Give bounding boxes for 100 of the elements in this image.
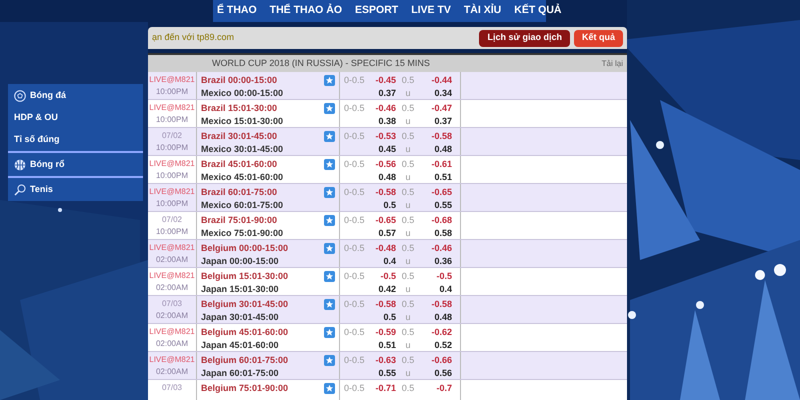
home-odds[interactable]: -0.56 <box>375 158 396 171</box>
over-odds[interactable]: -0.5 <box>436 270 452 283</box>
home-odds[interactable]: -0.58 <box>375 186 396 199</box>
home-odds[interactable]: -0.5 <box>380 270 396 283</box>
over-odds[interactable]: -0.47 <box>431 102 452 115</box>
nav-link[interactable]: KẾT QUẢ <box>514 3 562 19</box>
home-odds[interactable]: -0.65 <box>375 214 396 227</box>
under-label: u <box>405 311 410 324</box>
sidebar-category[interactable]: Bóng rổ <box>30 158 64 172</box>
under-odds[interactable]: 0.4 <box>439 283 452 296</box>
away-odds[interactable]: 0.5 <box>383 311 396 324</box>
under-odds[interactable]: 0.37 <box>434 115 452 128</box>
under-odds[interactable]: 0.36 <box>434 255 452 268</box>
nav-link[interactable]: Ể THAO <box>217 3 257 19</box>
over-odds[interactable]: -0.65 <box>431 186 452 199</box>
soccer-ball-icon <box>14 90 26 102</box>
away-team: Mexico 15:01-30:00 <box>201 115 284 128</box>
over-odds[interactable]: -0.61 <box>431 158 452 171</box>
over-odds[interactable]: -0.46 <box>431 242 452 255</box>
under-odds[interactable]: 0.58 <box>434 227 452 240</box>
away-team: Japan 30:01-45:00 <box>201 311 280 324</box>
total-line: 0.5 <box>402 298 414 311</box>
under-label: u <box>405 171 410 184</box>
away-odds[interactable]: 0.55 <box>378 367 396 380</box>
favorite-star-icon[interactable] <box>324 103 335 114</box>
home-odds[interactable]: -0.46 <box>375 102 396 115</box>
favorite-star-icon[interactable] <box>324 215 335 226</box>
over-odds[interactable]: -0.66 <box>431 354 452 367</box>
under-odds[interactable]: 0.34 <box>434 87 452 100</box>
results-button[interactable]: Kết quả <box>574 30 623 46</box>
home-odds[interactable]: -0.48 <box>375 242 396 255</box>
under-odds[interactable]: 0.48 <box>434 311 452 324</box>
home-team: Belgium 45:01-60:00 <box>201 326 288 339</box>
nav-link[interactable]: ESPORT <box>355 3 398 19</box>
sidebar-category[interactable]: Tenis <box>30 182 53 196</box>
over-odds[interactable]: -0.7 <box>436 382 452 395</box>
under-odds[interactable]: 0.56 <box>434 367 452 380</box>
away-odds[interactable]: 0.57 <box>378 227 396 240</box>
nav-link[interactable]: THỂ THAO ẢO <box>270 3 342 19</box>
home-team: Belgium 00:00-15:00 <box>201 242 288 255</box>
under-odds[interactable]: 0.52 <box>434 339 452 352</box>
match-time: 07/03 <box>162 298 182 310</box>
sidebar-item[interactable]: HDP & OU <box>14 111 58 125</box>
home-team: Brazil 15:01-30:00 <box>201 102 278 115</box>
home-odds[interactable]: -0.53 <box>375 130 396 143</box>
over-odds[interactable]: -0.62 <box>431 326 452 339</box>
handicap-line: 0-0.5 <box>344 298 366 311</box>
home-odds[interactable]: -0.63 <box>375 354 396 367</box>
home-odds[interactable]: -0.59 <box>375 326 396 339</box>
league-title: WORLD CUP 2018 (IN RUSSIA) - SPECIFIC 15 MINS <box>212 56 430 70</box>
away-odds[interactable]: 0.37 <box>378 87 396 100</box>
under-odds[interactable]: 0.55 <box>434 199 452 212</box>
favorite-star-icon[interactable] <box>324 355 335 366</box>
over-odds[interactable]: -0.58 <box>431 298 452 311</box>
history-button[interactable]: Lịch sử giao dịch <box>479 30 570 46</box>
handicap-line: 0-0.5 <box>344 130 366 143</box>
away-odds[interactable]: 0.51 <box>378 339 396 352</box>
favorite-star-icon[interactable] <box>324 327 335 338</box>
match-time: 07/02 <box>162 214 182 226</box>
kickoff-time: 10:00PM <box>156 86 188 98</box>
favorite-star-icon[interactable] <box>324 159 335 170</box>
under-odds[interactable]: 0.51 <box>434 171 452 184</box>
favorite-star-icon[interactable] <box>324 271 335 282</box>
match-time: 07/03 <box>162 382 182 394</box>
under-odds[interactable]: 0.48 <box>434 143 452 156</box>
favorite-star-icon[interactable] <box>324 187 335 198</box>
home-team: Belgium 30:01-45:00 <box>201 298 288 311</box>
total-line: 0.5 <box>402 214 414 227</box>
favorite-star-icon[interactable] <box>324 131 335 142</box>
over-odds[interactable]: -0.44 <box>431 74 452 87</box>
total-line: 0.5 <box>402 242 414 255</box>
total-line: 0.5 <box>402 186 414 199</box>
sidebar-item[interactable]: Tỉ số đúng <box>14 133 60 147</box>
over-odds[interactable]: -0.68 <box>431 214 452 227</box>
away-odds[interactable]: 0.48 <box>378 171 396 184</box>
kickoff-time: 10:00PM <box>156 114 188 126</box>
away-odds[interactable]: 0.45 <box>378 143 396 156</box>
home-odds[interactable]: -0.71 <box>375 382 396 395</box>
over-odds[interactable]: -0.58 <box>431 130 452 143</box>
nav-link[interactable]: LIVE TV <box>411 3 451 19</box>
favorite-star-icon[interactable] <box>324 299 335 310</box>
away-odds[interactable]: 0.38 <box>378 115 396 128</box>
handicap-line: 0-0.5 <box>344 354 366 367</box>
reload-link[interactable]: Tải lại <box>602 58 623 70</box>
away-odds[interactable]: 0.42 <box>378 283 396 296</box>
total-line: 0.5 <box>402 326 414 339</box>
favorite-star-icon[interactable] <box>324 243 335 254</box>
favorite-star-icon[interactable] <box>324 75 335 86</box>
home-odds[interactable]: -0.45 <box>375 74 396 87</box>
away-odds[interactable]: 0.4 <box>383 255 396 268</box>
favorite-star-icon[interactable] <box>324 383 335 394</box>
home-odds[interactable]: -0.58 <box>375 298 396 311</box>
nav-link[interactable]: TÀI XỈU <box>464 3 502 19</box>
under-label: u <box>405 143 410 156</box>
basketball-icon <box>14 158 26 170</box>
sidebar-category[interactable]: Bóng đá <box>30 88 66 102</box>
kickoff-time: 10:00PM <box>156 226 188 238</box>
handicap-line: 0-0.5 <box>344 74 366 87</box>
handicap-line: 0-0.5 <box>344 158 366 171</box>
away-odds[interactable]: 0.5 <box>383 199 396 212</box>
